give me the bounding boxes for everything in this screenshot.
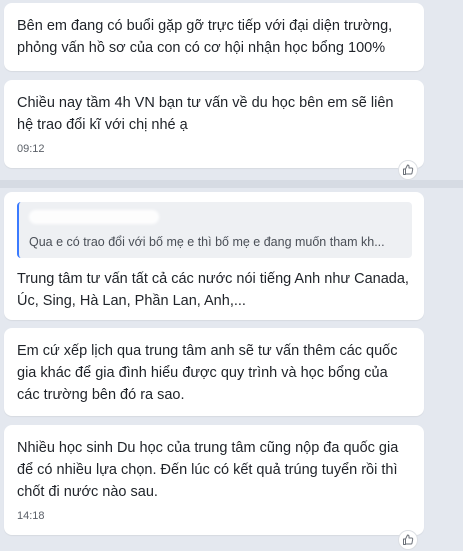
message-text: Chiều nay tầm 4h VN bạn tư vấn về du học… xyxy=(17,95,394,133)
message-bubble[interactable]: Bên em đang có buổi gặp gỡ trực tiếp với… xyxy=(4,3,424,71)
group-divider xyxy=(0,180,463,188)
message-timestamp: 09:12 xyxy=(17,143,45,155)
quoted-author-redacted xyxy=(29,210,159,224)
reaction-button[interactable] xyxy=(398,160,418,180)
message-bubble[interactable]: Chiều nay tầm 4h VN bạn tư vấn về du học… xyxy=(4,80,424,168)
message-text: Em cứ xếp lịch qua trung tâm anh sẽ tư v… xyxy=(17,343,398,403)
thumbs-up-icon xyxy=(403,164,414,175)
message-bubble[interactable]: Qua e có trao đổi với bố mẹ e thì bố mẹ … xyxy=(4,192,424,320)
reaction-button[interactable] xyxy=(398,530,418,550)
message-bubble[interactable]: Em cứ xếp lịch qua trung tâm anh sẽ tư v… xyxy=(4,328,424,416)
message-text: Nhiều học sinh Du học của trung tâm cũng… xyxy=(17,440,399,500)
message-timestamp: 14:18 xyxy=(17,510,45,522)
message-bubble[interactable]: Nhiều học sinh Du học của trung tâm cũng… xyxy=(4,425,424,535)
message-text: Trung tâm tư vấn tất cả các nước nói tiế… xyxy=(17,271,409,309)
quoted-message[interactable]: Qua e có trao đổi với bố mẹ e thì bố mẹ … xyxy=(17,202,412,258)
quoted-text: Qua e có trao đổi với bố mẹ e thì bố mẹ … xyxy=(29,235,385,249)
thumbs-up-icon xyxy=(403,534,414,545)
message-text: Bên em đang có buổi gặp gỡ trực tiếp với… xyxy=(17,18,393,56)
